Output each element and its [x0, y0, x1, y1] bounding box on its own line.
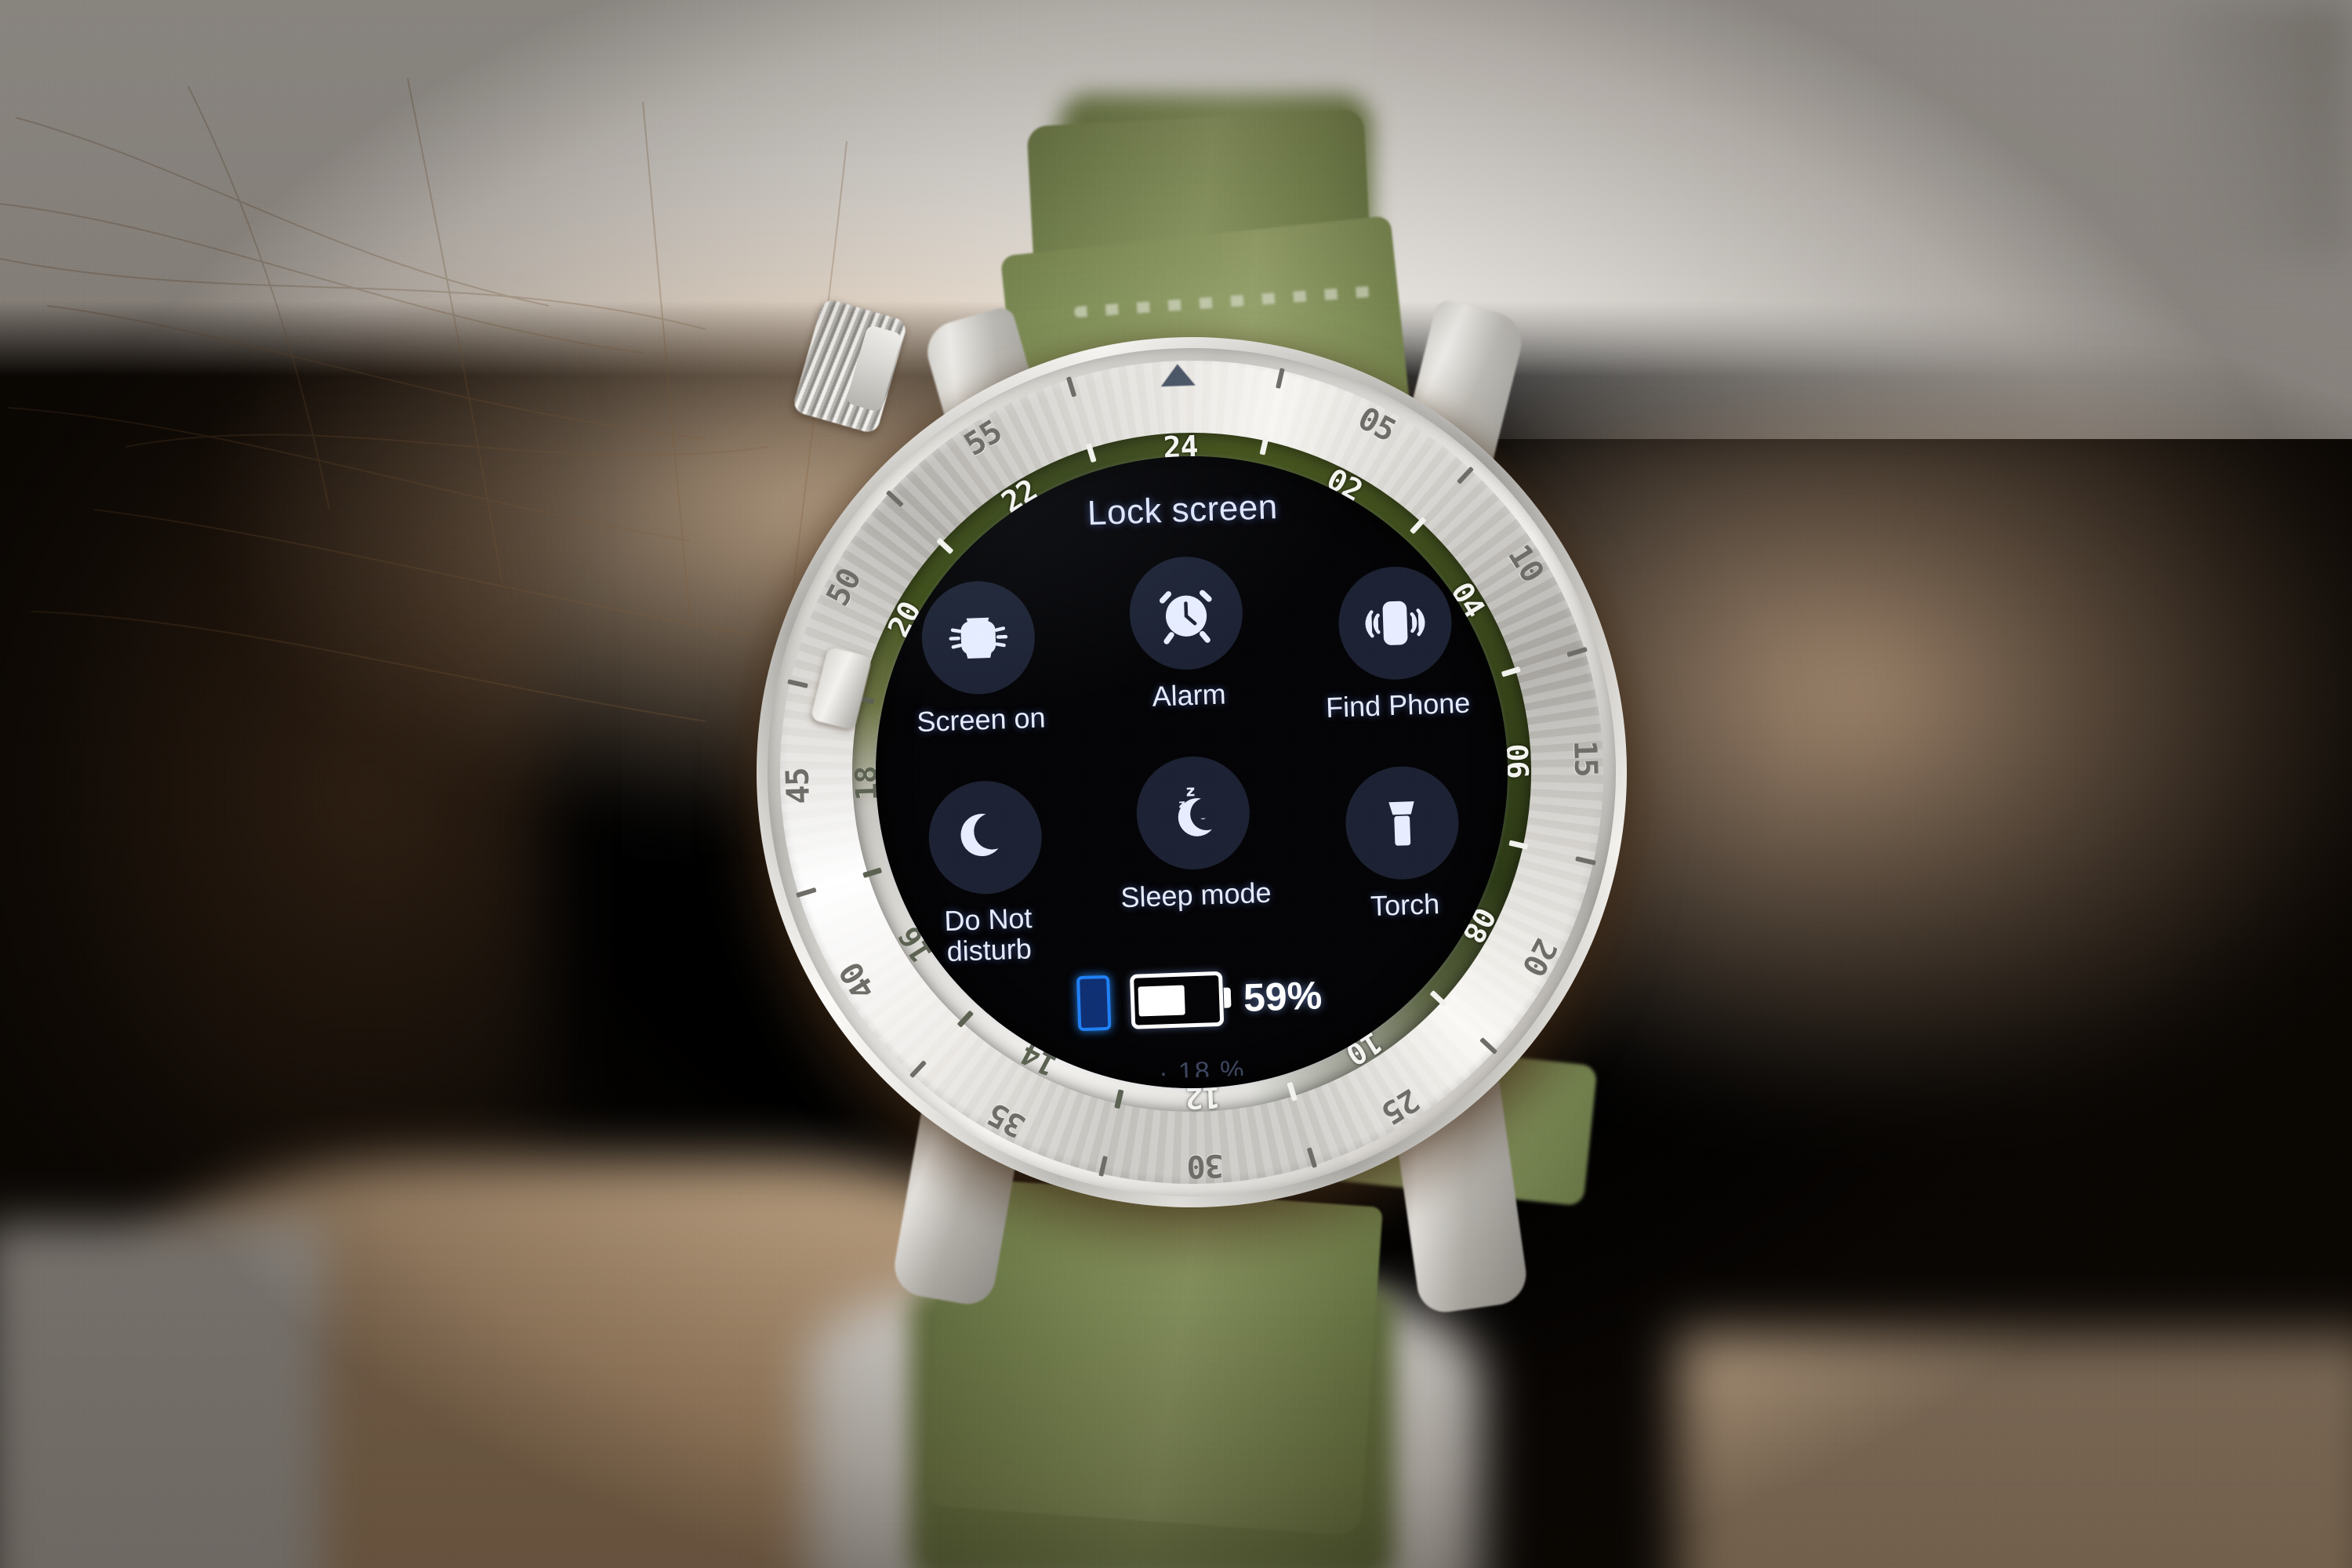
photo-scene: 05 10 15 20 25 30 35 40 45 50 55 24 02 04 06 08 10 12 14 1…	[0, 0, 2352, 1568]
battery-percent: 59%	[1243, 973, 1323, 1020]
phone-battery-icon	[1076, 975, 1112, 1032]
foreground-blur-right	[1678, 1333, 2352, 1568]
tile-label: Torch	[1370, 887, 1440, 923]
tile-label: Alarm	[1151, 677, 1227, 713]
quick-settings-screen: os Lock screen Screen on Alarm Find Phon…	[865, 445, 1519, 1099]
quick-settings-row-1: Screen on Alarm Find Phone	[895, 546, 1479, 738]
tile-find-phone[interactable]: Find Phone	[1312, 564, 1479, 724]
battery-fill	[1138, 985, 1185, 1017]
svg-text:z: z	[1178, 798, 1185, 811]
watch-brightness-icon[interactable]	[920, 579, 1037, 696]
tile-sleep-mode[interactable]: z z Sleep mode	[1110, 753, 1277, 913]
crescent-moon-icon[interactable]	[927, 779, 1044, 896]
phone-vibrate-icon[interactable]	[1337, 564, 1454, 682]
tile-label: Find Phone	[1325, 686, 1471, 724]
tile-alarm[interactable]: Alarm	[1103, 554, 1270, 714]
tile-torch[interactable]: Torch	[1319, 764, 1486, 924]
tile-screen-on[interactable]: Screen on	[895, 579, 1062, 739]
sleeping-moon-zzz-icon[interactable]: z z	[1134, 754, 1252, 872]
page-title: Lock screen	[1087, 487, 1279, 533]
battery-tip	[1223, 987, 1232, 1008]
quick-settings-row-2: Do Not disturb z z Sleep mode Torch	[902, 746, 1488, 968]
tile-label: Do Not disturb	[943, 902, 1033, 967]
quick-settings-grid: Screen on Alarm Find Phone Do Not distur…	[895, 546, 1487, 968]
tile-label: Screen on	[916, 701, 1047, 739]
tile-do-not-disturb[interactable]: Do Not disturb	[902, 779, 1070, 969]
tile-label: Sleep mode	[1120, 876, 1272, 914]
triangle-marker-icon	[1160, 363, 1196, 387]
smartwatch[interactable]: 05 10 15 20 25 30 35 40 45 50 55 24 02 04 06 08 10 12 14 1…	[721, 321, 1664, 1265]
watch-display[interactable]: os Lock screen Screen on Alarm Find Phon…	[865, 445, 1519, 1099]
svg-text:z: z	[1185, 782, 1195, 800]
foreground-blur-edge	[0, 1223, 321, 1568]
alarm-clock-icon[interactable]	[1127, 554, 1245, 672]
battery-half-icon	[1129, 971, 1232, 1029]
status-battery-row: 59%	[883, 961, 1516, 1038]
flashlight-icon[interactable]	[1343, 764, 1461, 882]
